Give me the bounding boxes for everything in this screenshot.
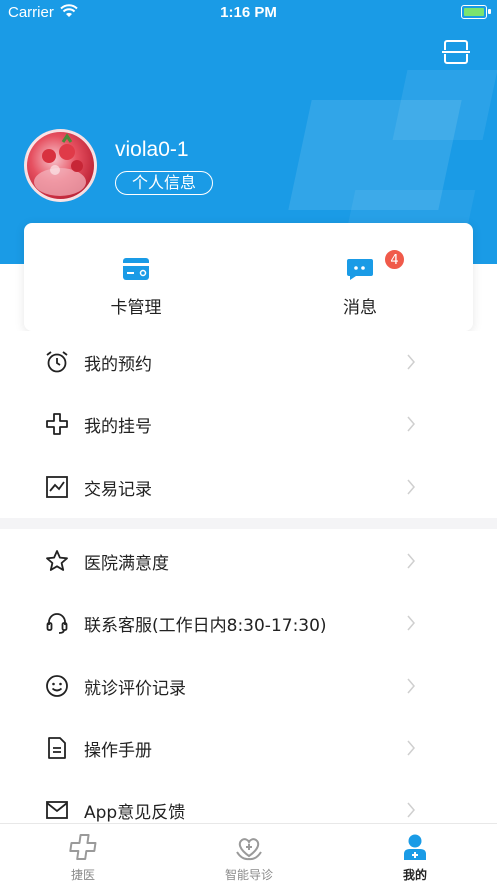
menu-item-label: 医院满意度 — [84, 554, 169, 574]
alarm-clock-icon — [46, 351, 68, 373]
username: viola0-1 — [115, 138, 189, 161]
clock: 1:16 PM — [220, 4, 277, 21]
card-management-label: 卡管理 — [110, 298, 162, 318]
menu-item-label: 我的挂号 — [84, 417, 152, 437]
section-divider — [0, 518, 497, 529]
menu-item-hospital-satisfaction[interactable]: 医院满意度 — [0, 530, 497, 592]
heart-hand-icon — [236, 838, 262, 861]
tab-bar: 捷医 智能导诊 我的 — [0, 823, 497, 883]
avatar-image — [34, 133, 86, 196]
scan-icon[interactable] — [442, 39, 470, 65]
menu-item-label: 交易记录 — [84, 480, 152, 500]
card-icon — [123, 258, 149, 280]
chevron-right-icon — [407, 802, 415, 818]
user-icon — [404, 834, 426, 860]
smile-icon — [46, 675, 68, 697]
star-icon — [46, 550, 68, 571]
avatar[interactable] — [24, 129, 97, 202]
menu-item-label: 操作手册 — [84, 741, 152, 761]
chart-icon — [46, 476, 68, 498]
messages-button[interactable]: 4 消息 — [248, 223, 472, 331]
plus-cross-icon — [46, 413, 68, 435]
chevron-right-icon — [407, 479, 415, 495]
menu-item-customer-service[interactable]: 联系客服(工作日内8:30-17:30) — [0, 592, 497, 654]
message-count-badge: 4 — [384, 249, 405, 270]
chevron-right-icon — [407, 678, 415, 694]
battery-icon — [461, 5, 491, 19]
headset-icon — [46, 613, 68, 634]
tab-mine[interactable]: 我的 — [332, 824, 497, 883]
menu-item-label: 就诊评价记录 — [84, 679, 186, 699]
chevron-right-icon — [407, 416, 415, 432]
chevron-right-icon — [407, 553, 415, 569]
menu-item-label: 我的预约 — [84, 355, 152, 375]
tab-label: 捷医 — [70, 868, 95, 882]
personal-info-button[interactable]: 个人信息 — [115, 171, 213, 195]
chevron-right-icon — [407, 354, 415, 370]
tab-label: 我的 — [402, 868, 427, 882]
medical-cross-icon — [69, 834, 97, 860]
menu-item-my-appointments[interactable]: 我的预约 — [0, 331, 497, 393]
card-management-button[interactable]: 卡管理 — [24, 223, 248, 331]
header-decoration — [392, 70, 497, 140]
mail-icon — [46, 801, 68, 819]
quick-actions-card: 卡管理 4 消息 — [24, 223, 473, 331]
menu-item-my-registrations[interactable]: 我的挂号 — [0, 393, 497, 455]
tab-label: 智能导诊 — [224, 868, 273, 882]
chat-icon — [347, 259, 373, 280]
menu-item-visit-reviews[interactable]: 就诊评价记录 — [0, 655, 497, 717]
menu-item-transactions[interactable]: 交易记录 — [0, 456, 497, 518]
status-bar: Carrier 1:16 PM — [0, 0, 497, 26]
menu-item-label: 联系客服(工作日内8:30-17:30) — [84, 616, 327, 636]
messages-label: 消息 — [343, 298, 377, 318]
menu-item-user-manual[interactable]: 操作手册 — [0, 717, 497, 779]
menu-item-label: App意见反馈 — [84, 803, 186, 823]
document-icon — [48, 737, 66, 759]
chevron-right-icon — [407, 615, 415, 631]
chevron-right-icon — [407, 740, 415, 756]
tab-smart-triage[interactable]: 智能导诊 — [166, 824, 332, 883]
tab-jieyi[interactable]: 捷医 — [0, 824, 166, 883]
